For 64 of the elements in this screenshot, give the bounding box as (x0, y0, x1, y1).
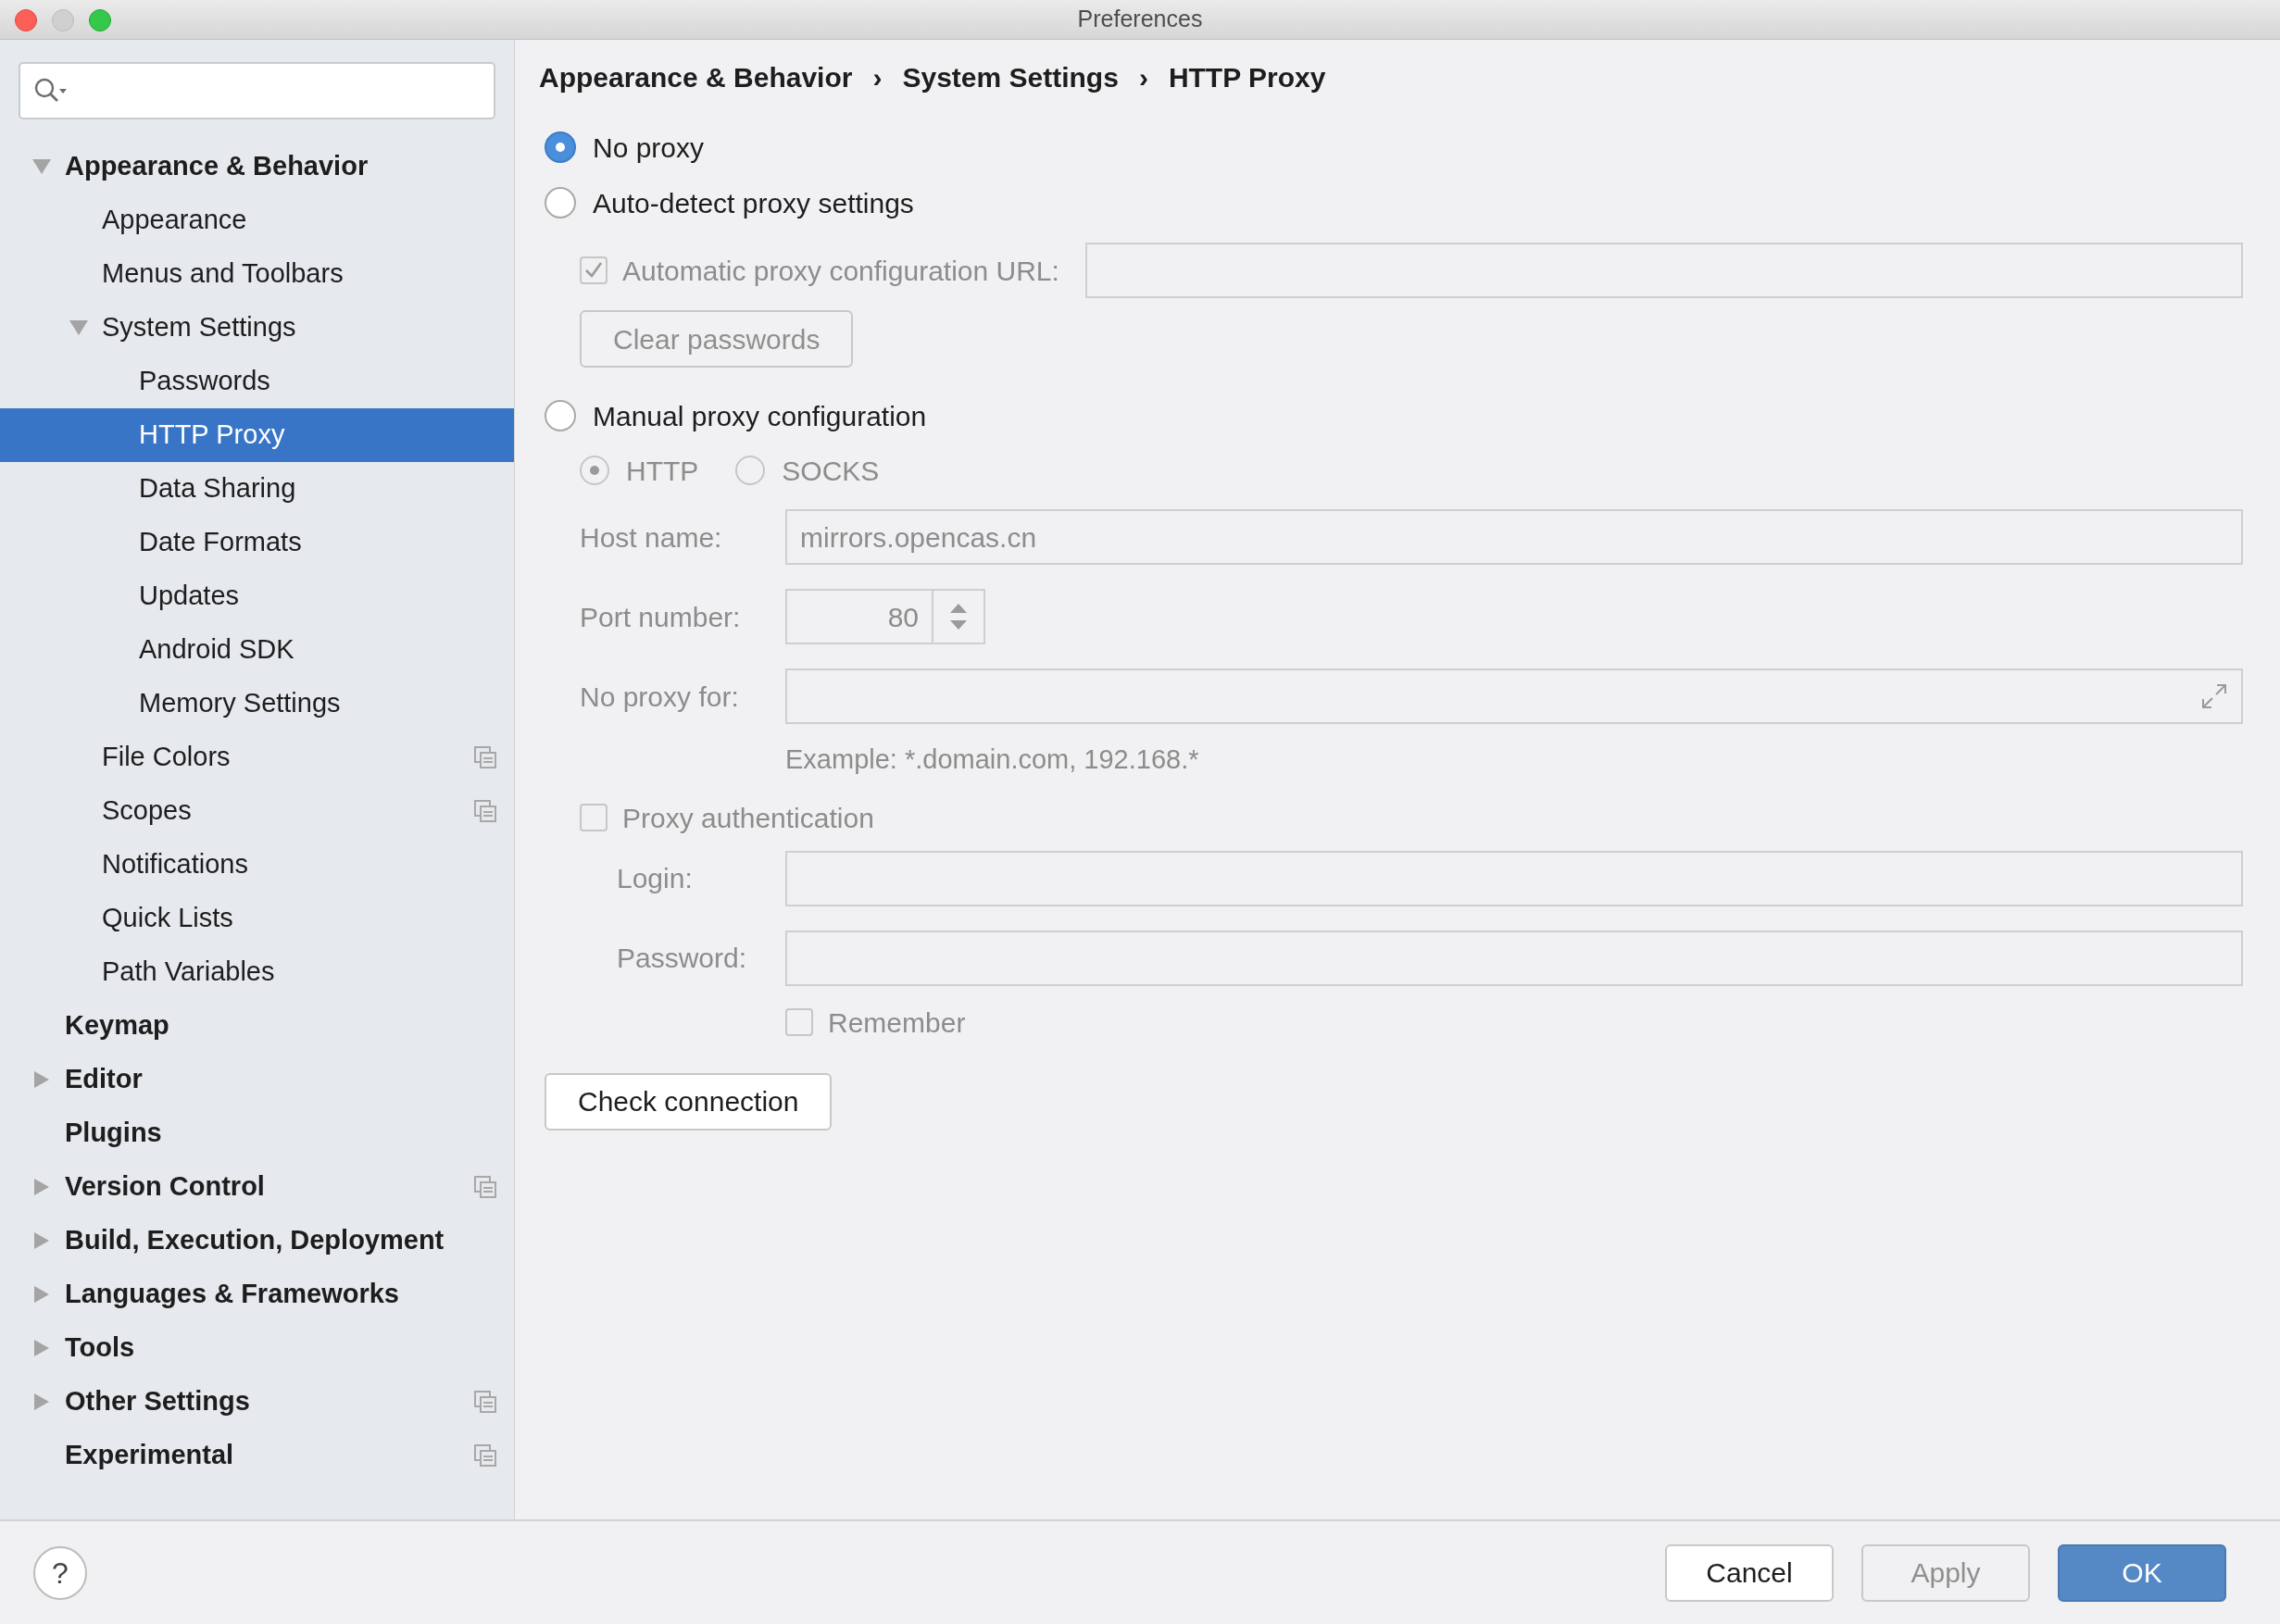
breadcrumb-item: HTTP Proxy (1168, 60, 1326, 94)
tree-item[interactable]: Languages & Frameworks (0, 1268, 514, 1321)
collapse-arrow-icon[interactable] (31, 157, 52, 176)
expand-icon[interactable] (2200, 682, 2228, 710)
field-label: Port number: (580, 600, 742, 634)
collapse-arrow-icon[interactable] (69, 319, 89, 337)
ok-button[interactable]: OK (2058, 1543, 2226, 1602)
tree-item[interactable]: Path Variables (0, 945, 514, 999)
login-input-field[interactable] (785, 850, 2243, 906)
tree-item[interactable]: Plugins (0, 1106, 514, 1160)
field-label: No proxy for: (580, 680, 740, 714)
radio-label: SOCKS (782, 454, 880, 488)
minimize-button[interactable] (52, 9, 74, 31)
tree-item[interactable]: Notifications (0, 838, 514, 892)
radio-label: Manual proxy configuration (593, 399, 927, 433)
tree-item[interactable]: File Colors (0, 731, 514, 784)
radio-label: HTTP (626, 454, 699, 488)
radio-button[interactable] (545, 187, 576, 219)
field-label: Password: (617, 942, 748, 975)
tree-item[interactable]: Memory Settings (0, 677, 514, 731)
tree-item[interactable]: Appearance & Behavior (0, 140, 514, 194)
tree-item[interactable]: Android SDK (0, 623, 514, 677)
tree-item[interactable]: HTTP Proxy (0, 408, 514, 462)
checkbox-label: Proxy authentication (622, 801, 874, 835)
tree-item[interactable]: Editor (0, 1053, 514, 1106)
radio-button[interactable] (545, 400, 576, 431)
tree-item[interactable]: Quick Lists (0, 892, 514, 945)
breadcrumb-separator: › (1138, 60, 1148, 94)
checkmark-icon (583, 260, 604, 281)
tree-item[interactable]: Data Sharing (0, 462, 514, 516)
spinner-arrows-icon[interactable] (933, 589, 985, 644)
breadcrumb-separator: › (872, 60, 883, 94)
tree-item[interactable]: Version Control (0, 1160, 514, 1214)
radio-button[interactable] (545, 131, 576, 163)
checkbox-label: Remember (828, 1006, 966, 1040)
help-button[interactable]: ? (33, 1545, 87, 1600)
no-proxy-input-field[interactable] (785, 668, 2243, 724)
window-title: Preferences (1077, 5, 1203, 34)
tree-item[interactable]: Updates (0, 569, 514, 623)
tree-item[interactable]: System Settings (0, 301, 514, 355)
radio-label: Auto-detect proxy settings (593, 186, 914, 220)
dialog-button[interactable]: Cancel (1665, 1543, 1834, 1602)
tree-item[interactable]: Scopes (0, 784, 514, 838)
tree-item[interactable]: Other Settings (0, 1375, 514, 1429)
zoom-button[interactable] (89, 9, 111, 31)
tree-item[interactable]: Experimental (0, 1429, 514, 1482)
tree-item[interactable]: Keymap (0, 999, 514, 1053)
field-label: Host name: (580, 520, 723, 555)
tree-item[interactable]: Menus and Toolbars (0, 247, 514, 301)
example-hint: Example: *.domain.com, 192.168.* (785, 743, 1200, 776)
check-connection-button[interactable]: Check connection (545, 1072, 833, 1131)
tree-item[interactable]: Build, Execution, Deployment (0, 1214, 514, 1268)
tree-item[interactable]: Appearance (0, 194, 514, 247)
breadcrumb-item[interactable]: System Settings (902, 56, 1119, 98)
breadcrumb-item[interactable]: Appearance & Behavior (539, 56, 853, 98)
tree-item[interactable]: Date Formats (0, 516, 514, 569)
tree-item[interactable]: Tools (0, 1321, 514, 1375)
close-button[interactable] (15, 9, 37, 31)
search-field[interactable] (19, 62, 495, 119)
password-input-field[interactable] (785, 930, 2243, 986)
field-label: Login: (617, 862, 694, 895)
radio-label: No proxy (593, 131, 705, 165)
checkbox-label: Automatic proxy configuration URL: (622, 254, 1059, 288)
tree-item[interactable]: Passwords (0, 355, 514, 408)
